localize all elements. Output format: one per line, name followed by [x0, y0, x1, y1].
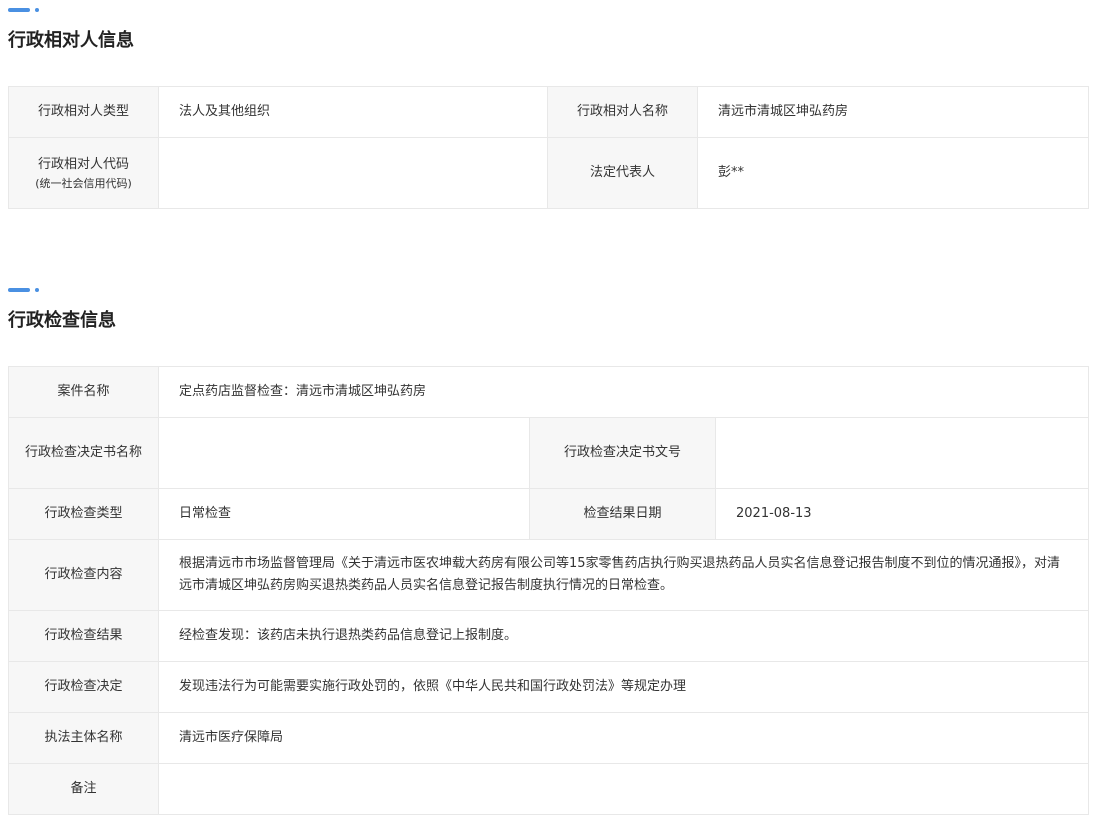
subject-type-label: 行政相对人类型 — [8, 86, 159, 138]
table-row: 行政检查类型 日常检查 检查结果日期 2021-08-13 — [8, 488, 1090, 540]
remark-value — [157, 763, 1090, 815]
inspection-info-table: 案件名称 定点药店监督检查：清远市清城区坤弘药房 行政检查决定书名称 行政检查决… — [8, 366, 1090, 815]
subject-name-value: 清远市清城区坤弘药房 — [697, 86, 1089, 138]
result-date-value: 2021-08-13 — [714, 488, 1090, 540]
table-row: 行政检查内容 根据清远市市场监督管理局《关于清远市医农坤载大药房有限公司等15家… — [8, 539, 1090, 611]
table-row: 行政相对人代码 (统一社会信用代码) 法定代表人 彭** — [8, 137, 1089, 209]
authority-name-label: 执法主体名称 — [8, 712, 159, 764]
remark-label: 备注 — [8, 763, 159, 815]
table-row: 执法主体名称 清远市医疗保障局 — [8, 712, 1090, 764]
inspection-type-label: 行政检查类型 — [8, 488, 159, 540]
legal-rep-value: 彭** — [697, 137, 1089, 209]
decision-doc-name-label: 行政检查决定书名称 — [8, 417, 159, 489]
subject-code-label: 行政相对人代码 (统一社会信用代码) — [8, 137, 159, 209]
inspection-type-value: 日常检查 — [158, 488, 530, 540]
decision-doc-number-label: 行政检查决定书文号 — [529, 417, 716, 489]
subject-code-value — [158, 137, 548, 209]
authority-name-value: 清远市医疗保障局 — [157, 712, 1090, 764]
table-row: 行政相对人类型 法人及其他组织 行政相对人名称 清远市清城区坤弘药房 — [8, 86, 1089, 138]
inspection-result-label: 行政检查结果 — [8, 610, 159, 662]
table-row: 备注 — [8, 763, 1090, 815]
inspection-content-value: 根据清远市市场监督管理局《关于清远市医农坤载大药房有限公司等15家零售药店执行购… — [157, 539, 1090, 611]
inspection-decision-value: 发现违法行为可能需要实施行政处罚的，依照《中华人民共和国行政处罚法》等规定办理 — [157, 661, 1090, 713]
inspection-content-label: 行政检查内容 — [8, 539, 159, 611]
table-row: 行政检查决定 发现违法行为可能需要实施行政处罚的，依照《中华人民共和国行政处罚法… — [8, 661, 1090, 713]
table-row: 行政检查决定书名称 行政检查决定书文号 — [8, 417, 1090, 489]
subject-code-label-sub: (统一社会信用代码) — [35, 177, 132, 190]
decision-doc-number-value — [714, 417, 1090, 489]
case-name-value: 定点药店监督检查：清远市清城区坤弘药房 — [157, 366, 1090, 418]
section-title-inspection-info: 行政检查信息 — [8, 310, 116, 331]
subject-code-label-main: 行政相对人代码 — [37, 157, 129, 172]
decision-doc-name-value — [158, 417, 530, 489]
case-name-label: 案件名称 — [8, 366, 159, 418]
inspection-result-value: 经检查发现：该药店未执行退热类药品信息登记上报制度。 — [157, 610, 1090, 662]
table-row: 行政检查结果 经检查发现：该药店未执行退热类药品信息登记上报制度。 — [8, 610, 1090, 662]
legal-rep-label: 法定代表人 — [547, 137, 698, 209]
table-row: 案件名称 定点药店监督检查：清远市清城区坤弘药房 — [8, 366, 1090, 418]
result-date-label: 检查结果日期 — [529, 488, 716, 540]
section-accent-icon — [8, 8, 40, 12]
section-accent-icon — [8, 288, 40, 292]
inspection-decision-label: 行政检查决定 — [8, 661, 159, 713]
subject-info-table: 行政相对人类型 法人及其他组织 行政相对人名称 清远市清城区坤弘药房 行政相对人… — [8, 86, 1089, 209]
subject-type-value: 法人及其他组织 — [158, 86, 548, 138]
subject-name-label: 行政相对人名称 — [547, 86, 698, 138]
section-title-subject-info: 行政相对人信息 — [8, 30, 134, 51]
